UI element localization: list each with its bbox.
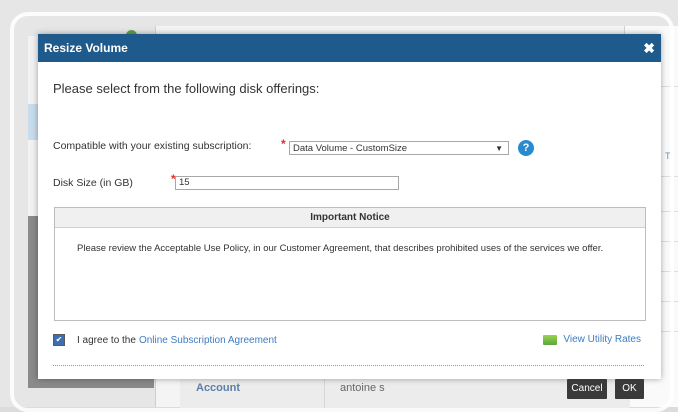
divider: [53, 365, 644, 366]
ok-button[interactable]: OK: [615, 379, 644, 399]
notice-title: Important Notice: [55, 208, 645, 228]
notice-text: Please review the Acceptable Use Policy,…: [77, 243, 604, 254]
important-notice-panel: Important Notice Please review the Accep…: [54, 207, 646, 321]
view-utility-rates-link[interactable]: View Utility Rates: [543, 334, 641, 345]
subscription-agreement-link[interactable]: Online Subscription Agreement: [139, 335, 277, 346]
agree-row: ✔ I agree to the Online Subscription Agr…: [53, 334, 277, 346]
dialog-titlebar: Resize Volume ✖: [38, 34, 661, 62]
chart-icon: [543, 334, 558, 345]
chevron-down-icon: ▼: [495, 144, 503, 153]
dialog-body: Please select from the following disk of…: [38, 62, 661, 399]
subscription-label: Compatible with your existing subscripti…: [53, 140, 252, 152]
resize-volume-dialog: Resize Volume ✖ Please select from the f…: [38, 34, 661, 399]
subscription-select[interactable]: Data Volume - CustomSize ▼: [289, 141, 509, 155]
close-icon[interactable]: ✖: [643, 40, 655, 57]
subscription-select-value: Data Volume - CustomSize: [293, 143, 408, 154]
agree-text: I agree to the: [77, 334, 136, 346]
cancel-button[interactable]: Cancel: [567, 379, 607, 399]
required-marker: *: [281, 137, 286, 151]
agree-checkbox[interactable]: ✔: [53, 334, 65, 346]
view-utility-rates-label: View Utility Rates: [563, 334, 641, 345]
dialog-title: Resize Volume: [44, 41, 128, 55]
disk-size-label: Disk Size (in GB): [53, 177, 133, 189]
dialog-heading: Please select from the following disk of…: [53, 81, 320, 96]
help-icon[interactable]: ?: [518, 140, 534, 156]
disk-size-input[interactable]: 15: [175, 176, 399, 190]
